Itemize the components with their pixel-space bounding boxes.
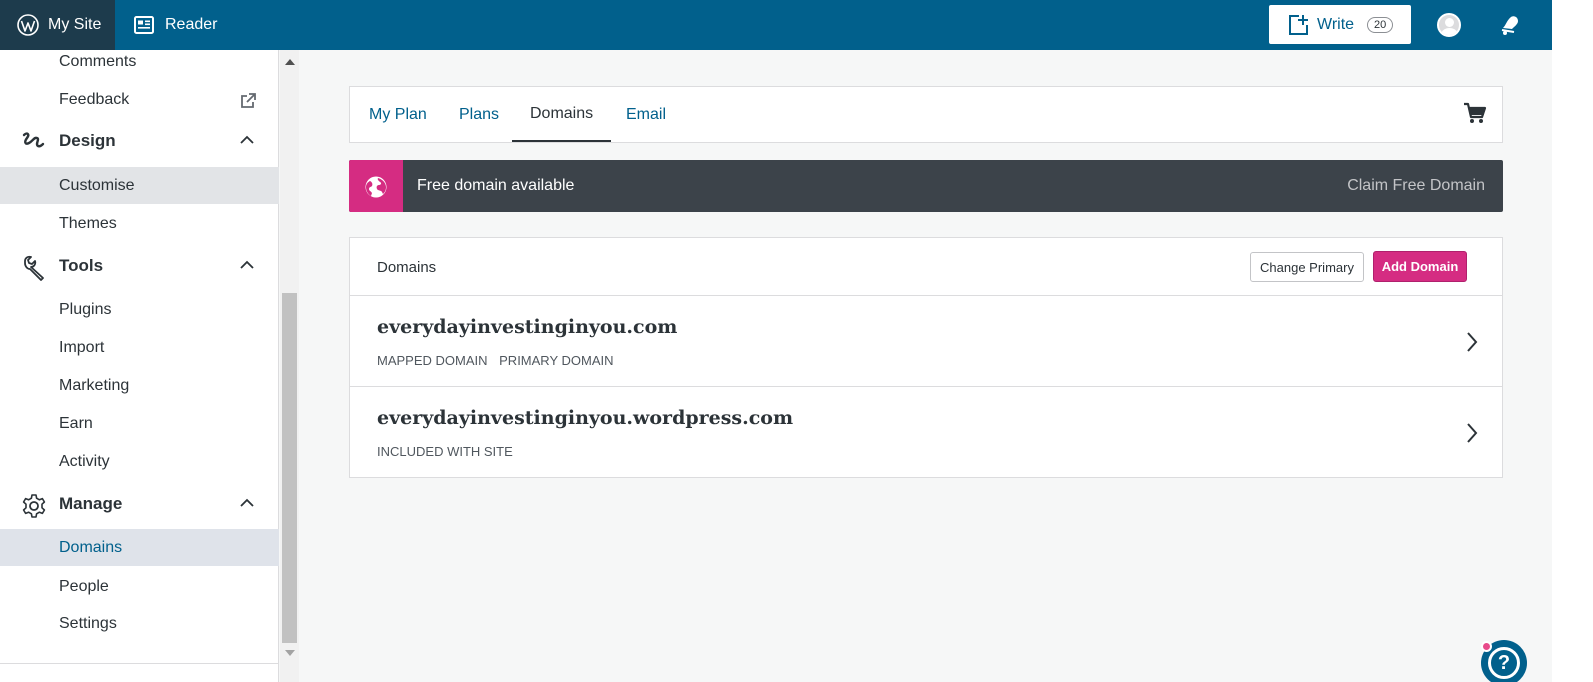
domain-row[interactable]: everydayinvestinginyou.wordpress.com INC…	[350, 387, 1502, 478]
sidebar-item-label: Plugins	[59, 300, 112, 318]
sidebar-section-label: Design	[59, 131, 116, 150]
domain-type-badge: INCLUDED WITH SITE	[377, 444, 513, 459]
chevron-up-icon	[240, 135, 254, 144]
sidebar-item-earn[interactable]: Earn	[0, 405, 279, 442]
write-button[interactable]: Write 20	[1269, 5, 1411, 44]
sidebar-item-feedback[interactable]: Feedback	[0, 81, 279, 118]
sidebar-item-comments[interactable]: Comments	[0, 43, 279, 80]
tab-email[interactable]: Email	[626, 87, 666, 142]
sidebar-section-design[interactable]: Design	[0, 121, 279, 161]
sidebar-item-label: Import	[59, 338, 105, 356]
sidebar-item-domains[interactable]: Domains	[0, 529, 279, 566]
domain-name: everydayinvestinginyou.wordpress.com	[377, 407, 794, 429]
chevron-right-icon	[1467, 332, 1478, 352]
wordpress-logo-icon	[17, 14, 39, 36]
claim-free-domain-link[interactable]: Claim Free Domain	[1347, 160, 1485, 212]
sidebar-scrollbar[interactable]	[280, 50, 299, 682]
sidebar-item-label: Earn	[59, 414, 93, 432]
sidebar-section-manage[interactable]: Manage	[0, 484, 279, 524]
domains-card-title: Domains	[377, 258, 437, 276]
avatar[interactable]	[1437, 13, 1461, 37]
domain-tags: MAPPED DOMAIN PRIMARY DOMAIN	[377, 353, 614, 368]
chevron-up-icon	[240, 498, 254, 507]
change-primary-button[interactable]: Change Primary	[1250, 252, 1364, 282]
write-label: Write	[1317, 15, 1355, 33]
banner-text: Free domain available	[417, 177, 575, 194]
notifications-bell-icon[interactable]	[1498, 13, 1522, 42]
sidebar-item-label: Customise	[59, 176, 135, 194]
external-link-icon	[241, 93, 256, 108]
banner-icon-box	[349, 160, 403, 212]
scroll-up-arrow-icon[interactable]	[285, 59, 295, 65]
design-brush-icon	[22, 132, 45, 148]
sidebar-item-label: Settings	[59, 614, 117, 632]
sidebar-item-themes[interactable]: Themes	[0, 205, 279, 242]
sidebar-section-label: Manage	[59, 494, 123, 513]
scrollbar-thumb[interactable]	[282, 293, 297, 643]
globe-icon	[365, 176, 387, 198]
domain-row[interactable]: everydayinvestinginyou.com MAPPED DOMAIN…	[350, 296, 1502, 387]
sidebar: Comments Feedback Design Customise Theme…	[0, 50, 279, 682]
reader-label: Reader	[165, 16, 218, 33]
wrench-icon	[24, 255, 44, 281]
help-icon: ?	[1488, 647, 1520, 679]
sidebar-item-label: Feedback	[59, 90, 130, 108]
sidebar-section-label: Tools	[59, 256, 104, 275]
domain-type-badge: MAPPED DOMAIN	[377, 353, 488, 368]
tab-domains[interactable]: Domains	[512, 87, 612, 142]
sidebar-item-marketing[interactable]: Marketing	[0, 367, 279, 404]
tab-plans[interactable]: Plans	[459, 87, 499, 142]
tab-my-plan[interactable]: My Plan	[369, 87, 427, 142]
chevron-right-icon	[1467, 423, 1478, 443]
reader-icon	[134, 16, 154, 34]
sidebar-item-customise[interactable]: Customise	[0, 167, 279, 204]
sidebar-section-tools[interactable]: Tools	[0, 246, 279, 286]
domain-tags: INCLUDED WITH SITE	[377, 444, 513, 459]
sidebar-item-label: Comments	[59, 52, 137, 70]
domain-name: everydayinvestinginyou.com	[377, 316, 678, 338]
new-post-icon	[1289, 14, 1308, 35]
gear-icon	[22, 494, 46, 518]
sidebar-item-label: Activity	[59, 452, 110, 470]
avatar-body-shape	[1441, 28, 1458, 35]
chevron-up-icon	[240, 260, 254, 269]
help-button[interactable]: ?	[1481, 640, 1527, 682]
help-notification-dot	[1481, 641, 1492, 652]
my-site-label: My Site	[48, 16, 102, 33]
window-gutter	[1552, 0, 1593, 682]
sidebar-item-settings[interactable]: Settings	[0, 605, 279, 642]
primary-domain-badge: PRIMARY DOMAIN	[499, 353, 614, 368]
sidebar-item-plugins[interactable]: Plugins	[0, 291, 279, 328]
free-domain-banner[interactable]: Free domain available Claim Free Domain	[349, 160, 1503, 212]
sidebar-item-label: Marketing	[59, 376, 130, 394]
avatar-head-shape	[1445, 18, 1454, 27]
scroll-down-arrow-icon[interactable]	[285, 650, 295, 656]
sidebar-divider	[0, 663, 279, 664]
sidebar-item-activity[interactable]: Activity	[0, 443, 279, 480]
sidebar-item-label: People	[59, 577, 109, 595]
add-domain-button[interactable]: Add Domain	[1373, 251, 1467, 282]
drafts-count-badge: 20	[1367, 16, 1394, 33]
sidebar-item-import[interactable]: Import	[0, 329, 279, 366]
cart-icon[interactable]	[1463, 101, 1487, 125]
domains-card: Domains Change Primary Add Domain everyd…	[349, 237, 1503, 478]
sidebar-item-label: Themes	[59, 214, 117, 232]
sidebar-item-people[interactable]: People	[0, 568, 279, 605]
sidebar-item-label: Domains	[59, 538, 123, 556]
plan-tabs: My Plan Plans Domains Email	[349, 86, 1503, 143]
domains-card-header: Domains Change Primary Add Domain	[350, 238, 1502, 296]
